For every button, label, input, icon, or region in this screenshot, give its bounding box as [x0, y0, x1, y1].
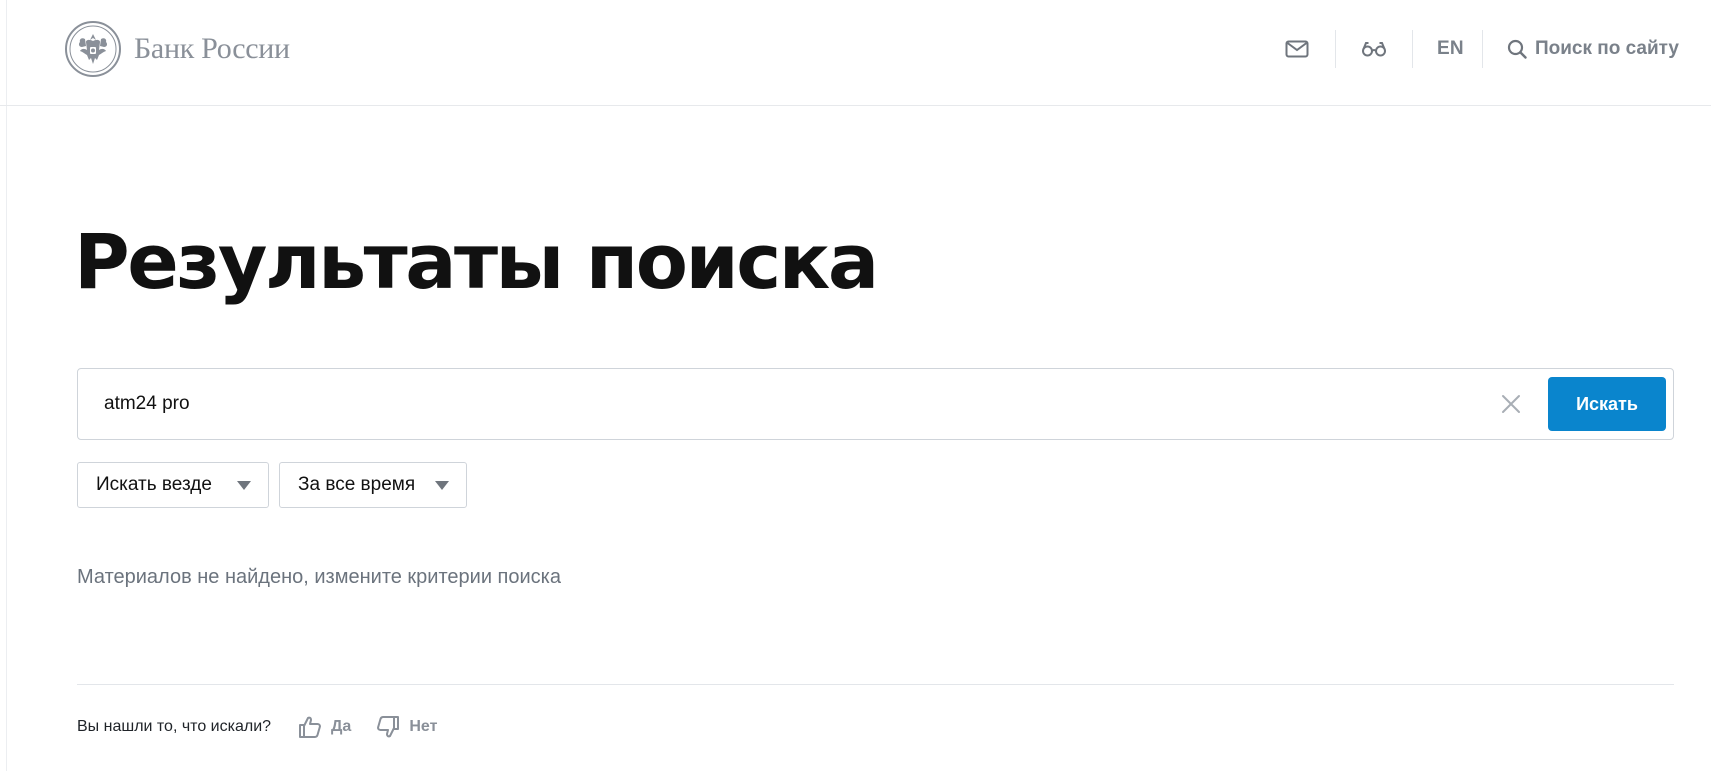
period-select-value: За все время	[298, 474, 416, 495]
logo-text: Банк России	[134, 32, 290, 65]
period-select[interactable]: За все время	[279, 462, 467, 508]
left-border-line	[6, 0, 7, 771]
mail-icon	[1285, 40, 1309, 58]
no-results-message: Материалов не найдено, измените критерии…	[77, 566, 561, 588]
logo-link[interactable]: Банк России	[64, 20, 290, 78]
mail-button[interactable]	[1277, 30, 1317, 68]
page: Банк России EN Поиск по сайту Результаты…	[0, 0, 1711, 771]
feedback-no-label: Нет	[409, 718, 438, 735]
header-separator	[1334, 30, 1336, 68]
language-switch[interactable]: EN	[1437, 30, 1464, 68]
site-header: Банк России EN Поиск по сайту	[0, 0, 1711, 106]
chevron-down-icon	[435, 481, 449, 490]
double-headed-eagle-icon	[65, 21, 121, 77]
feedback-question: Вы нашли то, что искали?	[77, 718, 272, 735]
feedback-yes-label: Да	[331, 718, 352, 735]
search-bar: Искать	[77, 368, 1674, 440]
thumbs-up-icon	[299, 716, 321, 738]
clear-search-button[interactable]	[1498, 391, 1524, 417]
thumbs-down-icon	[377, 716, 400, 738]
feedback-no-button[interactable]: Нет	[375, 714, 437, 740]
header-separator	[1481, 30, 1483, 68]
site-search-button[interactable]: Поиск по сайту	[1507, 30, 1679, 68]
header-separator	[1411, 30, 1413, 68]
scope-select-value: Искать везде	[96, 474, 212, 495]
site-search-label: Поиск по сайту	[1534, 38, 1679, 59]
header-tools: EN Поиск по сайту	[1277, 30, 1679, 68]
feedback-bar: Вы нашли то, что искали? Да Нет	[77, 712, 437, 742]
search-icon	[1507, 39, 1527, 59]
accessibility-button[interactable]	[1354, 30, 1394, 68]
glasses-icon	[1361, 42, 1386, 57]
chevron-down-icon	[237, 481, 251, 490]
search-submit-button[interactable]: Искать	[1548, 377, 1666, 431]
scope-select[interactable]: Искать везде	[77, 462, 269, 508]
page-title: Результаты поиска	[74, 217, 879, 306]
divider	[77, 684, 1674, 685]
search-input[interactable]	[104, 385, 1474, 423]
close-icon	[1502, 395, 1520, 413]
feedback-yes-button[interactable]: Да	[297, 714, 351, 740]
